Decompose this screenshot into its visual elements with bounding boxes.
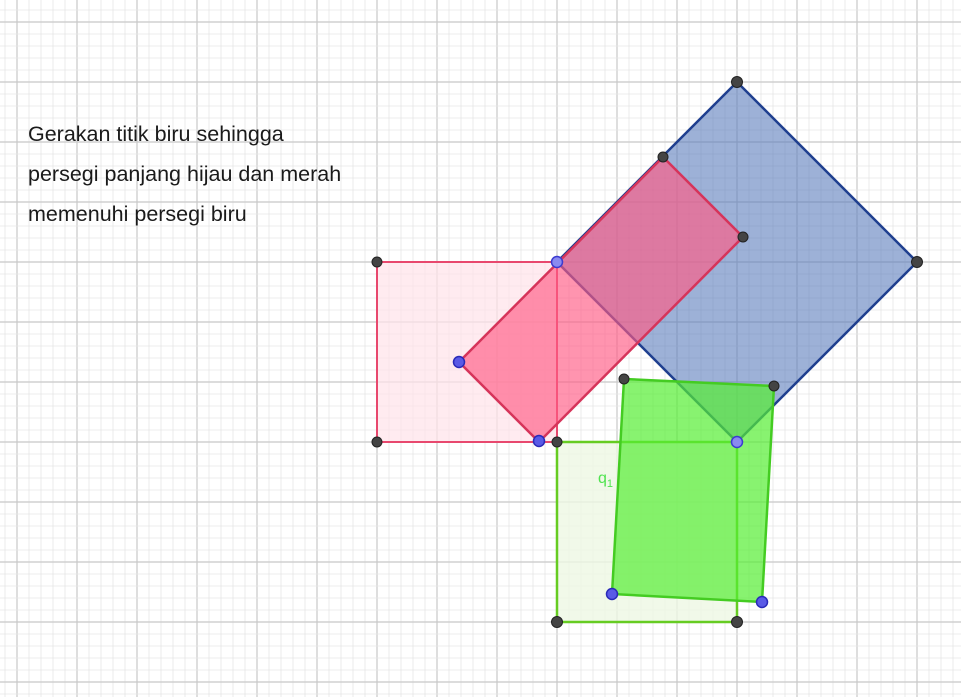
geometry-canvas[interactable] xyxy=(0,0,961,697)
green-rectangle[interactable] xyxy=(610,377,776,604)
point-blue-draggable[interactable] xyxy=(730,435,744,449)
point-black xyxy=(731,76,743,88)
point-blue-draggable[interactable] xyxy=(550,255,564,269)
point-blue-draggable[interactable] xyxy=(755,595,769,609)
point-black xyxy=(911,256,923,268)
instruction-text: Gerakan titik biru sehingga persegi panj… xyxy=(28,114,341,234)
point-black xyxy=(551,616,563,628)
point-blue-draggable[interactable] xyxy=(605,587,619,601)
point-black xyxy=(657,151,669,163)
point-black xyxy=(371,256,383,268)
label-q1-sub: 1 xyxy=(606,478,614,491)
instruction-line-2: persegi panjang hijau dan merah xyxy=(28,162,342,186)
point-black xyxy=(731,616,743,628)
point-blue-draggable[interactable] xyxy=(452,355,466,369)
point-black xyxy=(551,436,563,448)
point-blue-draggable[interactable] xyxy=(532,434,546,448)
point-black xyxy=(768,380,780,392)
instruction-line-3: memenuhi persegi biru xyxy=(28,202,247,226)
point-black xyxy=(618,373,630,385)
instruction-line-1: Gerakan titik biru sehingga xyxy=(28,122,284,146)
label-q1: q1 xyxy=(598,470,613,490)
point-black xyxy=(371,436,383,448)
point-black xyxy=(737,231,749,243)
label-q1-base: q xyxy=(598,470,607,487)
